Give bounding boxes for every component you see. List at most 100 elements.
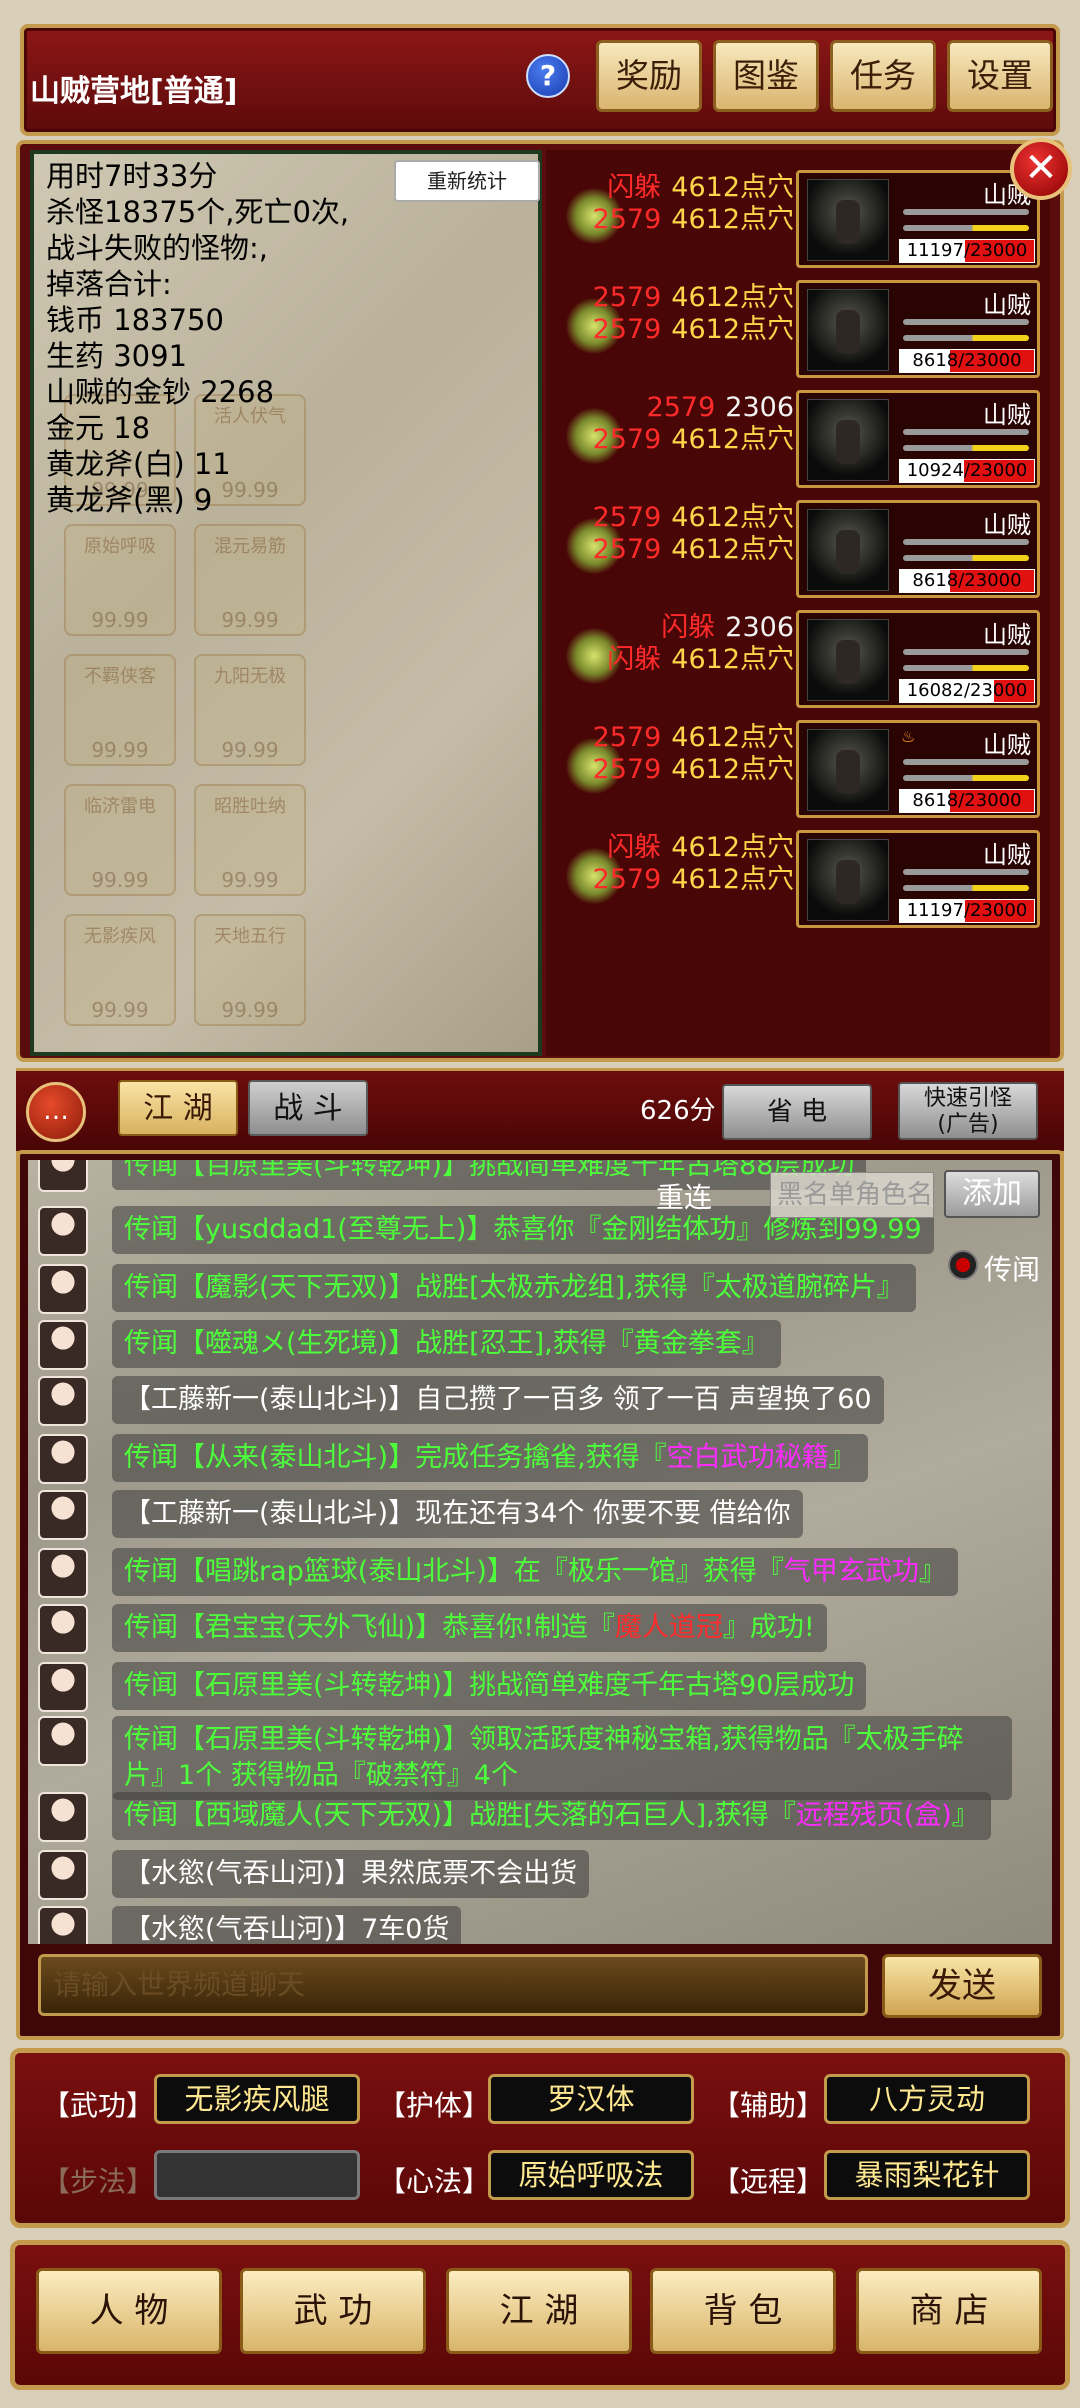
avatar[interactable] [38,1160,88,1192]
damage-value: 4612点穴 [671,314,794,345]
enemy-card[interactable]: 山贼 16082/23000 [796,610,1040,708]
nav-martial-arts[interactable]: 武 功 [240,2268,426,2354]
enemy-card[interactable]: 山贼 11197/23000 [796,830,1040,928]
body-slot[interactable]: 罗汉体 [488,2074,694,2124]
chat-message-list[interactable]: 传闻【百原里美(斗转乾坤)】挑战简单难度千年古塔88层成功 传闻【yusddad1… [28,1160,1052,1944]
damage-value: 2579 [592,424,662,455]
enemy-card[interactable]: 山贼 11197/23000 [796,170,1040,268]
avatar[interactable] [38,1792,88,1842]
energy-bar [903,445,1029,451]
chat-text: 』成功! [722,1612,815,1643]
chat-bubble: 传闻【百原里美(斗转乾坤)】挑战简单难度千年古塔88层成功 [112,1160,867,1190]
blacklist-name-input[interactable]: 黑名单角色名 [770,1172,934,1218]
chat-text: 远程残页(盒) [795,1800,952,1831]
stat-line: 杀怪18375个,死亡0次, [46,195,350,229]
chat-bubble-icon[interactable]: … [26,1082,86,1142]
chat-text: 气甲玄武功 [783,1556,919,1587]
ranged-slot[interactable]: 暴雨梨花针 [824,2150,1030,2200]
chat-text: 传闻【君宝宝(天外飞仙)】恭喜你!制造『 [124,1612,615,1643]
avatar[interactable] [38,1376,88,1426]
damage-line: 2579 2306 [647,392,794,424]
settings-button[interactable]: 设置 [947,40,1053,112]
nav-bag[interactable]: 背 包 [650,2268,836,2354]
enemy-card[interactable]: 山贼 10924/23000 [796,390,1040,488]
avatar[interactable] [38,1490,88,1540]
avatar[interactable] [38,1548,88,1598]
chat-text: 传闻【西域魔人(天下无双)】战胜[失落的石巨人],获得『 [124,1800,796,1831]
faded-skill-level: 99.99 [91,608,149,632]
bandit-portrait [807,399,889,481]
avatar[interactable] [38,1906,88,1944]
avatar[interactable] [38,1434,88,1484]
chat-bubble: 【水慾(气吞山河)】7车0货 [112,1906,462,1944]
close-battle-button[interactable]: ✕ [1010,138,1072,200]
quick-lure-ad-button[interactable]: 快速引怪 (广告) [898,1082,1038,1140]
avatar[interactable] [38,1850,88,1900]
avatar[interactable] [38,1716,88,1766]
damage-value: 2579 [592,204,662,235]
faded-skill-level: 99.99 [221,608,279,632]
chat-bubble: 传闻【西域魔人(天下无双)】战胜[失落的石巨人],获得『远程残页(盒)』 [112,1792,991,1840]
send-button[interactable]: 发送 [882,1954,1042,2018]
faded-skill-level: 99.99 [91,738,149,762]
damage-value: 2579 [592,314,662,345]
mind-slot[interactable]: 原始呼吸法 [488,2150,694,2200]
energy-bar [903,665,1029,671]
nav-character[interactable]: 人 物 [36,2268,222,2354]
damage-line: 2579 4612点穴 [593,502,794,534]
tab-battle[interactable]: 战 斗 [248,1080,368,1136]
codex-button[interactable]: 图鉴 [713,40,819,112]
enemy-hp-text: 11197/23000 [906,900,1028,921]
chat-text: 传闻【魔影(天下无双)】战胜[太极赤龙组],获得『太极道腕碎片』 [124,1272,904,1303]
recount-button[interactable]: 重新统计 [394,160,540,202]
faded-skill-slot: 临济雷电 99.99 [64,784,176,896]
avatar[interactable] [38,1206,88,1256]
tab-jianghu[interactable]: 江 湖 [118,1080,238,1136]
chat-bubble: 传闻【石原里美(斗转乾坤)】领取活跃度神秘宝箱,获得物品『太极手碎片』1个 获得… [112,1716,1012,1800]
energy-bar [903,775,1029,781]
faded-skill-name: 临济雷电 [84,796,156,817]
ranged-slot-label: 【远程】 [712,2165,825,2198]
enemy-card[interactable]: ♨ 山贼 8618/23000 [796,720,1040,818]
enemy-hp-text: 8618/23000 [912,790,1022,811]
stat-line: 山贼的金钞 2268 [46,375,275,409]
damage-value: 2579 [592,502,662,533]
enemy-card[interactable]: 山贼 8618/23000 [796,280,1040,378]
avatar[interactable] [38,1662,88,1712]
damage-value: 2579 [592,534,662,565]
enemy-hp-text: 8618/23000 [912,570,1022,591]
stat-line: 金元 18 [46,411,151,445]
energy-bar [903,555,1029,561]
world-chat-input[interactable]: 请输入世界频道聊天 [38,1954,868,2016]
nav-shop[interactable]: 商 店 [856,2268,1042,2354]
enemy-hp-bar: 16082/23000 [899,679,1035,703]
stat-line: 用时7时33分 [46,159,218,193]
chat-text: 传闻【从来(泰山北斗)】完成任务擒雀,获得『 [124,1442,667,1473]
help-button[interactable]: ? [526,54,570,98]
damage-line: 2579 4612点穴 [593,754,794,786]
assist-slot[interactable]: 八方灵动 [824,2074,1030,2124]
add-blacklist-button[interactable]: 添加 [944,1170,1040,1218]
enemy-card[interactable]: 山贼 8618/23000 [796,500,1040,598]
rumor-channel-label: 传闻 [984,1253,1041,1286]
chat-text: 空白武功秘籍 [666,1442,829,1473]
avatar[interactable] [38,1604,88,1654]
avatar[interactable] [38,1320,88,1370]
avatar[interactable] [38,1264,88,1314]
power-save-button[interactable]: 省 电 [722,1084,872,1140]
enemy-name: 山贼 [983,731,1031,759]
chat-text: 【水慾(气吞山河)】果然底票不会出货 [124,1858,578,1889]
chat-text: 』 [828,1442,856,1473]
bandit-portrait [807,289,889,371]
stat-line: 掉落合计: [46,267,172,301]
nav-jianghu[interactable]: 江 湖 [446,2268,632,2354]
bandit-portrait [807,179,889,261]
damage-line: 闪躲 4612点穴 [607,832,794,864]
martial-slot[interactable]: 无影疾风腿 [154,2074,360,2124]
reward-button[interactable]: 奖励 [596,40,702,112]
step-slot[interactable] [154,2150,360,2200]
quest-button[interactable]: 任务 [830,40,936,112]
reconnect-link[interactable]: 重连 [656,1176,712,1216]
stat-line: 黄龙斧(黑) 9 [46,483,213,517]
rumor-channel-radio[interactable] [948,1250,978,1280]
